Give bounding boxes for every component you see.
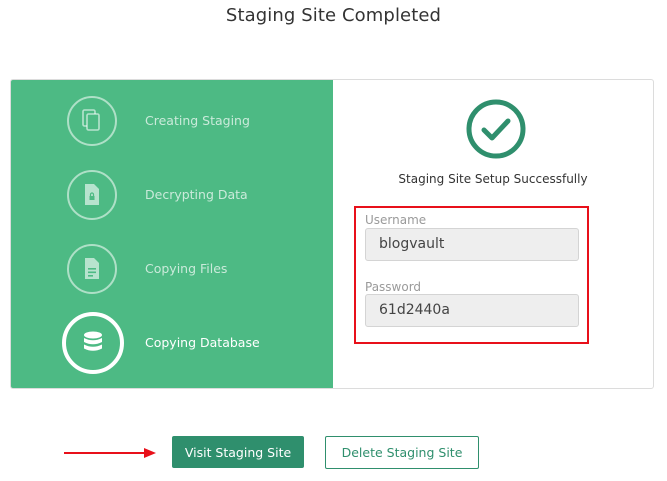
password-label: Password: [365, 280, 422, 294]
document-icon: [67, 244, 117, 294]
delete-staging-site-button[interactable]: Delete Staging Site: [325, 436, 479, 469]
step-label: Copying Files: [145, 261, 228, 276]
step-copying-files: Copying Files: [11, 236, 333, 306]
staging-card: Creating Staging Decrypting Data Copying…: [10, 79, 654, 389]
username-label: Username: [365, 213, 427, 227]
step-label: Decrypting Data: [145, 187, 248, 202]
red-arrow-annotation: [64, 448, 156, 458]
locked-file-icon: [67, 170, 117, 220]
result-panel: Staging Site Setup Successfully Username…: [333, 80, 653, 388]
copy-icon: [67, 96, 117, 146]
step-label: Copying Database: [145, 335, 260, 350]
check-circle-icon: [466, 99, 526, 159]
visit-staging-site-button[interactable]: Visit Staging Site: [172, 436, 304, 468]
success-message: Staging Site Setup Successfully: [398, 172, 588, 186]
credentials-highlight: Username blogvault Password 61d2440a: [354, 206, 589, 344]
page-title: Staging Site Completed: [225, 5, 442, 26]
step-label: Creating Staging: [145, 113, 250, 128]
step-creating-staging: Creating Staging: [11, 88, 333, 158]
username-field[interactable]: blogvault: [365, 228, 579, 261]
step-copying-database: Copying Database: [11, 310, 333, 380]
password-field[interactable]: 61d2440a: [365, 294, 579, 327]
progress-steps-panel: Creating Staging Decrypting Data Copying…: [11, 80, 333, 388]
step-decrypting-data: Decrypting Data: [11, 162, 333, 232]
database-icon: [62, 312, 124, 374]
